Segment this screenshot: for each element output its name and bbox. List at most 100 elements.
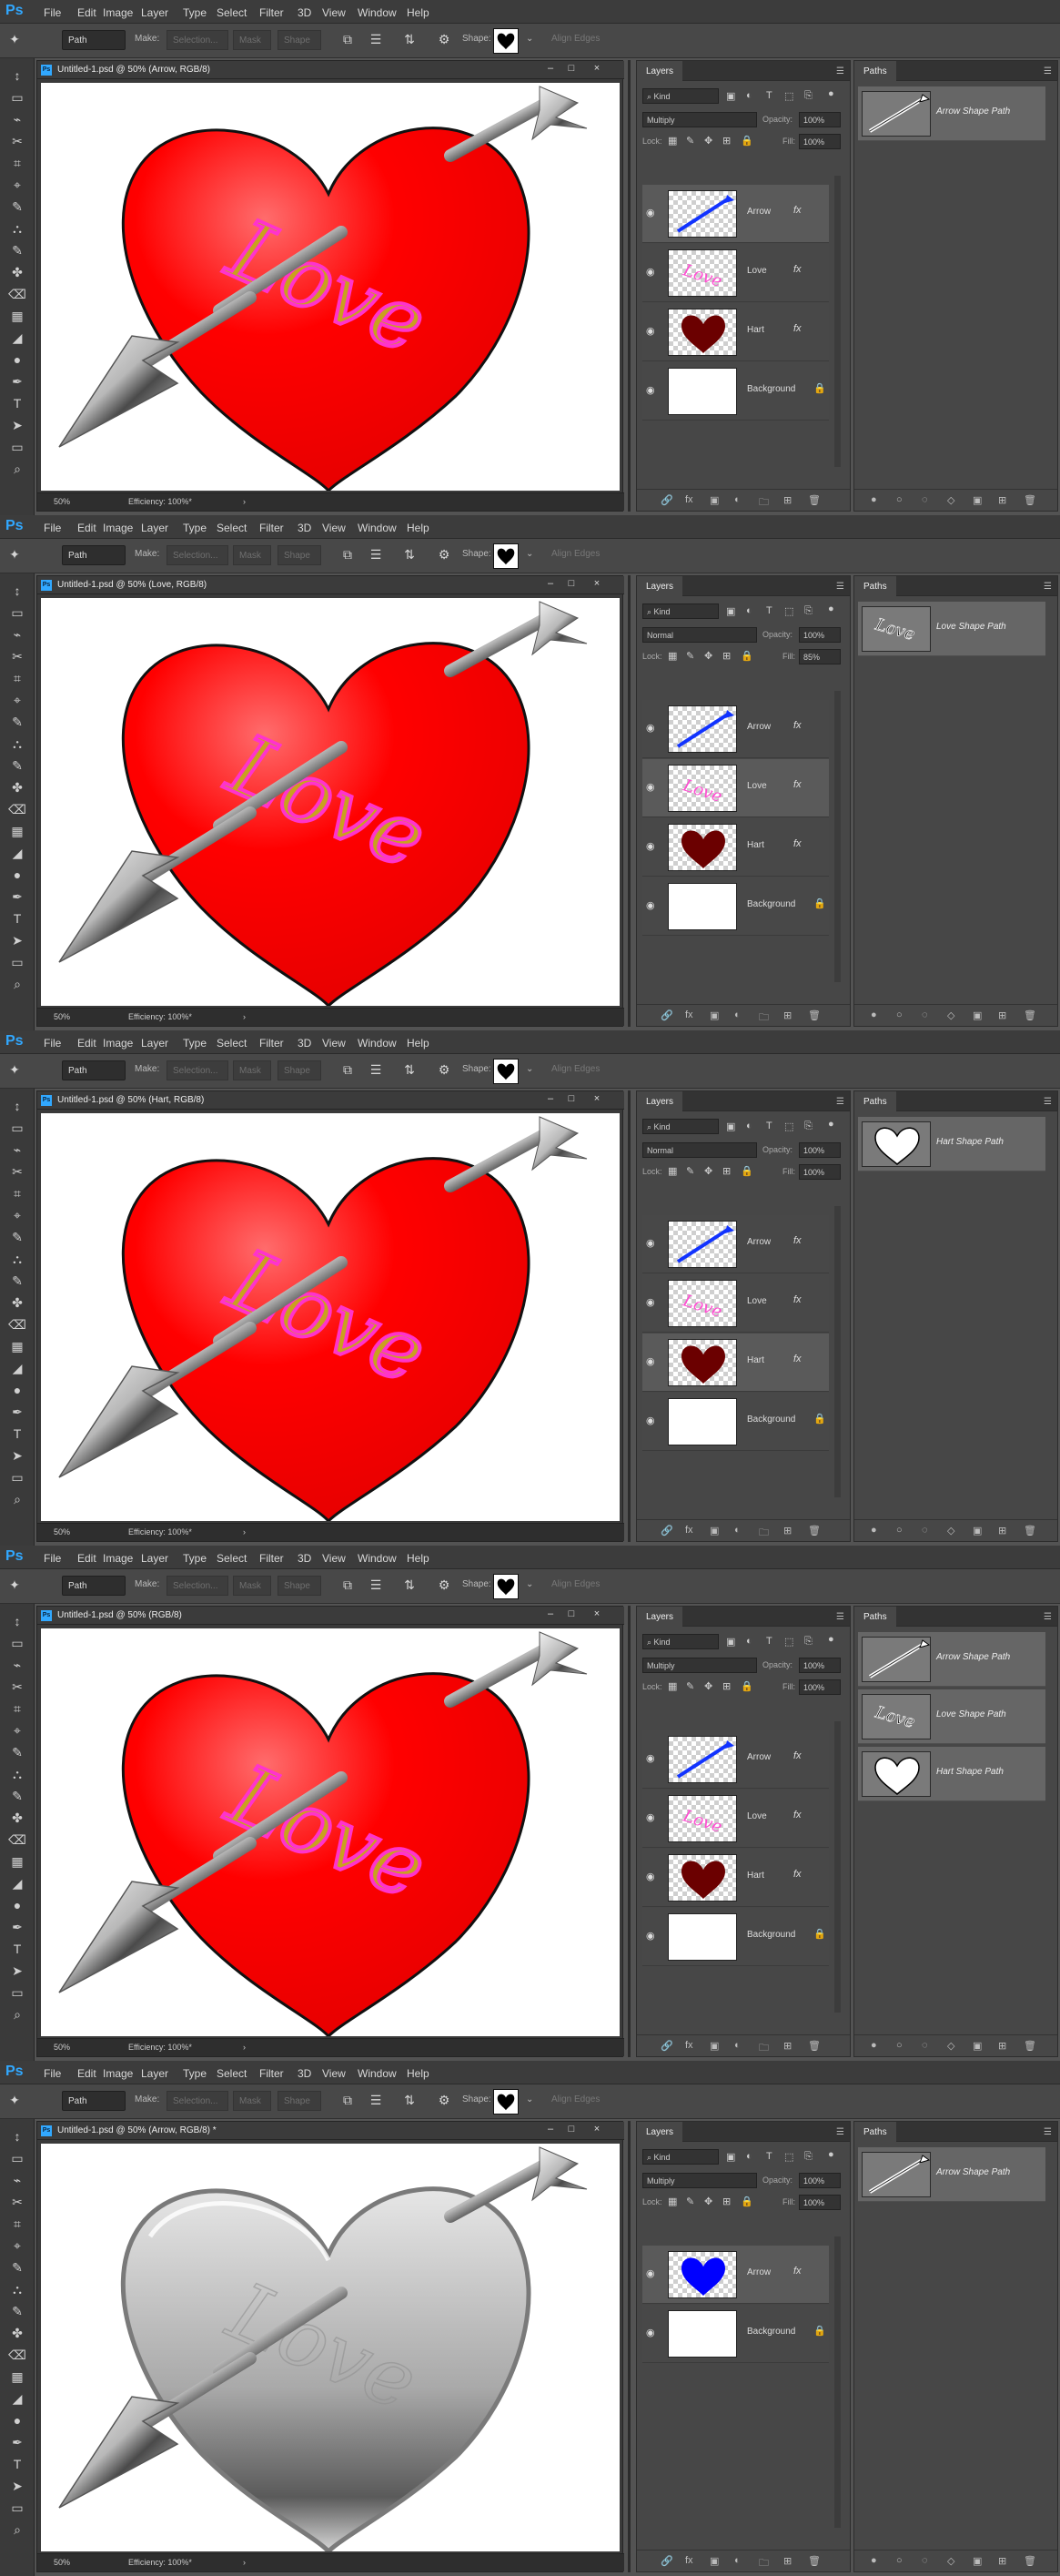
layer-name[interactable]: Background — [747, 899, 795, 909]
path-tool-icon[interactable]: ✦ — [5, 545, 24, 563]
status-arrow-icon[interactable]: › — [243, 2558, 246, 2567]
tool-15-icon[interactable]: ✒ — [7, 1917, 27, 1937]
tool-19-icon[interactable]: ⌕ — [7, 2004, 27, 2024]
fx-icon[interactable]: fx — [793, 720, 802, 731]
paths-footer-icon-6[interactable]: ⊞ — [998, 1525, 1006, 1536]
layers-footer-icon-5[interactable]: 🗀 — [759, 2040, 769, 2057]
zoom-level[interactable]: 50% — [54, 497, 70, 506]
opacity-field[interactable]: 100% — [799, 2173, 841, 2188]
pixel-filter-icon[interactable]: ▣ — [726, 1636, 735, 1648]
fx-icon[interactable]: fx — [793, 2266, 802, 2277]
layers-footer-icon-7[interactable]: 🗑 — [808, 1009, 821, 1021]
visibility-eye-icon[interactable]: ◉ — [646, 1930, 655, 1942]
paths-footer-icon-6[interactable]: ⊞ — [998, 2555, 1006, 2567]
visibility-eye-icon[interactable]: ◉ — [646, 781, 655, 793]
layer-name[interactable]: Hart — [747, 840, 764, 850]
layer-name[interactable]: Arrow — [747, 1752, 771, 1762]
menu-filter[interactable]: Filter — [259, 6, 284, 19]
shape-picker[interactable] — [493, 1574, 519, 1599]
tool-16-icon[interactable]: T — [7, 1939, 27, 1959]
paths-footer-icon-5[interactable]: ▣ — [973, 2040, 982, 2052]
tool-7-icon[interactable]: ✎ — [7, 2257, 27, 2277]
tool-17-icon[interactable]: ➤ — [7, 930, 27, 950]
filter-toggle-icon[interactable]: ● — [828, 2149, 834, 2160]
document-tab[interactable]: Ps Untitled-1.psd @ 50% (Arrow, RGB/8) *… — [37, 2122, 624, 2140]
make-mask-button[interactable]: Mask — [233, 1576, 271, 1596]
layer-name[interactable]: Arrow — [747, 722, 771, 732]
smart-object-filter-icon[interactable]: ⎘ — [804, 1121, 813, 1132]
layers-footer-icon-1[interactable]: 🔗 — [661, 1525, 673, 1536]
tool-12-icon[interactable]: ▦ — [7, 1851, 27, 1871]
menu-help[interactable]: Help — [407, 1037, 429, 1050]
tool-2-icon[interactable]: ▭ — [7, 603, 27, 623]
tool-8-icon[interactable]: ⛬ — [7, 1249, 27, 1269]
tool-13-icon[interactable]: ◢ — [7, 2388, 27, 2409]
tool-10-icon[interactable]: ✤ — [7, 1808, 27, 1828]
menu-window[interactable]: Window — [358, 6, 397, 19]
fx-icon[interactable]: fx — [793, 1235, 802, 1246]
gear-icon[interactable]: ⚙ — [435, 1060, 453, 1079]
tool-3-icon[interactable]: ⌁ — [7, 1655, 27, 1675]
align-edges-checkbox[interactable]: Align Edges — [551, 34, 600, 44]
close-icon[interactable]: × — [589, 63, 605, 77]
layer-row-love[interactable]: ◉ Love Love fx — [642, 244, 829, 302]
layer-name[interactable]: Love — [747, 1296, 767, 1306]
layer-row-love[interactable]: ◉ Love Love fx — [642, 1274, 829, 1333]
paths-footer-icon-5[interactable]: ▣ — [973, 2555, 982, 2567]
tool-13-icon[interactable]: ◢ — [7, 1358, 27, 1378]
panel-menu-icon[interactable]: ☰ — [1044, 66, 1052, 76]
visibility-eye-icon[interactable]: ◉ — [646, 384, 655, 396]
layers-footer-icon-1[interactable]: 🔗 — [661, 2555, 673, 2567]
tool-18-icon[interactable]: ▭ — [7, 952, 27, 972]
tool-3-icon[interactable]: ⌁ — [7, 624, 27, 644]
path-row[interactable]: Arrow Shape Path — [858, 1632, 1045, 1687]
tool-18-icon[interactable]: ▭ — [7, 437, 27, 457]
fx-icon[interactable]: fx — [793, 1810, 802, 1820]
panel-menu-icon[interactable]: ☰ — [836, 582, 844, 592]
panel-menu-icon[interactable]: ☰ — [836, 1097, 844, 1107]
type-filter-icon[interactable]: T — [766, 605, 772, 616]
make-selection-button[interactable]: Selection... — [167, 1576, 228, 1596]
path-name[interactable]: Hart Shape Path — [936, 1767, 1004, 1777]
opacity-field[interactable]: 100% — [799, 1142, 841, 1158]
shape-picker-chevron-icon[interactable]: ⌄ — [526, 34, 533, 44]
path-operations-icon[interactable]: ⧉ — [338, 2091, 357, 2109]
make-mask-button[interactable]: Mask — [233, 1060, 271, 1080]
layer-row-background[interactable]: ◉ Background 🔒 — [642, 2305, 829, 2363]
minimize-icon[interactable]: – — [542, 2124, 559, 2138]
path-alignment-icon[interactable]: ☰ — [367, 1576, 385, 1594]
menu-layer[interactable]: Layer — [141, 1037, 168, 1050]
tool-5-icon[interactable]: ⌗ — [7, 1699, 27, 1719]
shape-picker[interactable] — [493, 1059, 519, 1084]
menu-3d[interactable]: 3D — [298, 522, 311, 534]
tool-6-icon[interactable]: ⌖ — [7, 175, 27, 195]
tool-11-icon[interactable]: ⌫ — [7, 1314, 27, 1334]
smart-object-filter-icon[interactable]: ⎘ — [804, 90, 813, 102]
panel-menu-icon[interactable]: ☰ — [836, 2127, 844, 2137]
tool-2-icon[interactable]: ▭ — [7, 1118, 27, 1138]
close-icon[interactable]: × — [589, 2124, 605, 2138]
tool-12-icon[interactable]: ▦ — [7, 1336, 27, 1356]
make-shape-button[interactable]: Shape — [278, 30, 321, 50]
menu-3d[interactable]: 3D — [298, 6, 311, 19]
menu-select[interactable]: Select — [217, 2067, 247, 2080]
menu-file[interactable]: File — [44, 1037, 61, 1050]
canvas[interactable]: Love — [41, 598, 620, 1006]
layers-footer-icon-4[interactable]: ◐ — [734, 2555, 741, 2566]
tool-3-icon[interactable]: ⌁ — [7, 2170, 27, 2190]
layers-footer-icon-7[interactable]: 🗑 — [808, 2040, 821, 2052]
layers-footer-icon-3[interactable]: ▣ — [710, 2040, 719, 2052]
path-alignment-icon[interactable]: ☰ — [367, 30, 385, 48]
menu-file[interactable]: File — [44, 6, 61, 19]
menu-view[interactable]: View — [322, 6, 346, 19]
tool-19-icon[interactable]: ⌕ — [7, 459, 27, 479]
layers-tab[interactable]: Layers — [637, 1607, 683, 1627]
shape-picker[interactable] — [493, 28, 519, 54]
shape-picker-chevron-icon[interactable]: ⌄ — [526, 1064, 533, 1074]
layers-footer-icon-3[interactable]: ▣ — [710, 1525, 719, 1536]
lock-position-icon[interactable]: ✥ — [704, 650, 712, 662]
paths-footer-icon-5[interactable]: ▣ — [973, 1009, 982, 1021]
pixel-filter-icon[interactable]: ▣ — [726, 1121, 735, 1132]
tool-13-icon[interactable]: ◢ — [7, 328, 27, 348]
tool-10-icon[interactable]: ✤ — [7, 2323, 27, 2343]
